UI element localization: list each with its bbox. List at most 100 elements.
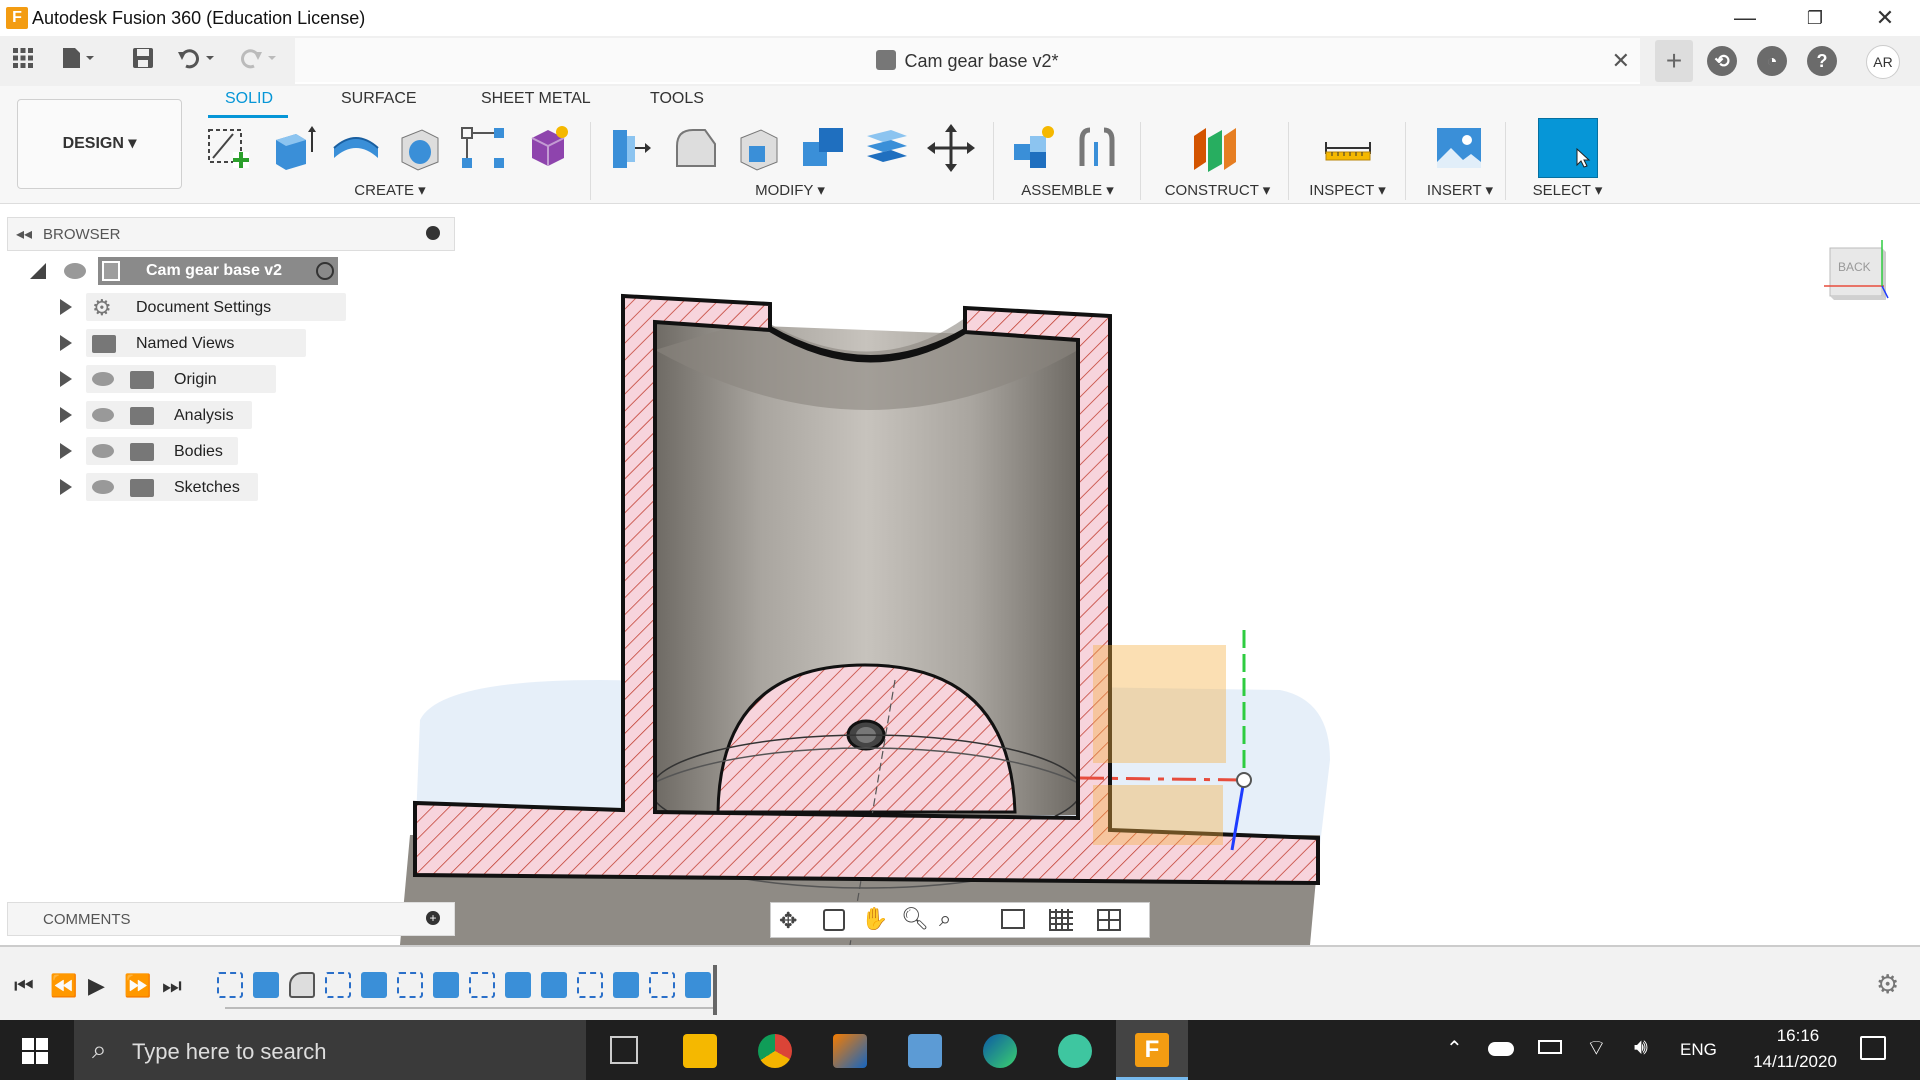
edge-icon[interactable] [983, 1034, 1017, 1068]
collapse-panel-icon[interactable]: ◂◂ [16, 224, 32, 244]
extrude-icon[interactable] [266, 122, 318, 174]
fusion-taskbar-button[interactable]: F [1116, 1020, 1188, 1080]
fillet-icon[interactable] [669, 122, 721, 174]
timeline-sketch-icon[interactable] [397, 972, 423, 998]
tab-sheet-metal[interactable]: SHEET METAL [481, 90, 591, 108]
notification-center-icon[interactable] [1860, 1036, 1886, 1060]
undo-icon[interactable] [176, 46, 214, 76]
browser-item-analysis[interactable]: Analysis [58, 401, 298, 429]
shell-icon[interactable] [733, 122, 785, 174]
create-sketch-icon[interactable] [203, 122, 255, 174]
restore-button[interactable]: ❐ [1780, 0, 1850, 36]
play-icon[interactable]: ▶ [88, 973, 105, 999]
select-icon[interactable] [1538, 118, 1598, 178]
tab-tools[interactable]: TOOLS [650, 90, 704, 108]
close-window-button[interactable]: ✕ [1850, 0, 1920, 36]
close-tab-icon[interactable]: ✕ [1612, 48, 1630, 74]
go-to-end-icon[interactable]: ⏭ [162, 973, 182, 999]
visibility-eye-icon[interactable] [64, 263, 86, 279]
timeline-extrude-icon[interactable] [433, 972, 459, 998]
taskbar-search-box[interactable]: ⌕ Type here to search [74, 1020, 586, 1080]
offset-plane-icon[interactable] [1190, 122, 1242, 174]
help-icon[interactable]: ? [1807, 46, 1837, 76]
show-hidden-icons-icon[interactable]: ⌃ [1446, 1036, 1463, 1061]
browser-item-sketches[interactable]: Sketches [58, 473, 298, 501]
display-settings-icon[interactable] [1001, 909, 1025, 929]
view-cube[interactable]: BACK [1824, 240, 1889, 306]
user-avatar[interactable]: AR [1866, 45, 1900, 79]
expand-triangle-icon[interactable] [60, 371, 72, 387]
tab-surface[interactable]: SURFACE [341, 90, 417, 108]
combine-icon[interactable] [797, 122, 849, 174]
browser-item-origin[interactable]: Origin [58, 365, 298, 393]
visibility-eye-icon[interactable] [92, 480, 114, 494]
browser-item-document-settings[interactable]: ⚙ Document Settings [58, 293, 346, 321]
3d-viewport[interactable]: ◂◂ BROWSER Cam gear base v2 ⚙ Document S… [0, 205, 1920, 945]
browser-item-named-views[interactable]: Named Views [58, 329, 306, 357]
visibility-eye-icon[interactable] [92, 372, 114, 386]
workspace-switcher-button[interactable]: DESIGN ▾ [17, 99, 182, 189]
pan-icon[interactable]: ✋ [861, 906, 888, 932]
expand-triangle-icon[interactable] [60, 443, 72, 459]
create-form-icon[interactable] [522, 122, 574, 174]
timeline-sketch-icon[interactable] [469, 972, 495, 998]
timeline-extrude-icon[interactable] [253, 972, 279, 998]
add-comment-icon[interactable]: + [426, 911, 440, 925]
file-explorer-icon[interactable] [683, 1034, 717, 1068]
new-tab-button[interactable]: + [1655, 40, 1693, 82]
insert-menu[interactable]: INSERT ▾ [1410, 181, 1510, 199]
app-icon[interactable] [1058, 1034, 1092, 1068]
zoom-icon[interactable]: 🔍︎ [901, 906, 929, 932]
orbit-icon[interactable]: ✥ [779, 908, 797, 934]
timeline-extrude-icon[interactable] [613, 972, 639, 998]
press-pull-icon[interactable] [605, 122, 657, 174]
hole-icon[interactable] [394, 122, 446, 174]
expand-triangle-icon[interactable] [60, 407, 72, 423]
assemble-menu[interactable]: ASSEMBLE ▾ [1005, 181, 1130, 199]
volume-icon[interactable]: 🔊︎ [1634, 1034, 1648, 1060]
browser-item-bodies[interactable]: Bodies [58, 437, 298, 465]
clock-date[interactable]: 14/11/2020 [1735, 1052, 1855, 1072]
timeline-fillet-icon[interactable] [289, 972, 315, 998]
construct-menu[interactable]: CONSTRUCT ▾ [1155, 181, 1280, 199]
select-menu[interactable]: SELECT ▾ [1515, 181, 1620, 199]
wifi-icon[interactable]: ⌔ [1586, 1034, 1607, 1062]
minimize-button[interactable]: — [1710, 0, 1780, 36]
matlab-icon[interactable] [833, 1034, 867, 1068]
go-to-start-icon[interactable]: ⏮ [14, 973, 34, 999]
new-component-icon[interactable] [1008, 122, 1060, 174]
timeline-sketch-icon[interactable] [649, 972, 675, 998]
visibility-eye-icon[interactable] [92, 444, 114, 458]
remote-desktop-icon[interactable] [908, 1034, 942, 1068]
timeline-extrude-icon[interactable] [541, 972, 567, 998]
timeline-extrude-icon[interactable] [361, 972, 387, 998]
onedrive-icon[interactable] [1488, 1042, 1514, 1056]
look-at-icon[interactable] [823, 909, 845, 931]
modify-menu[interactable]: MODIFY ▾ [730, 181, 850, 199]
timeline-extrude-icon[interactable] [505, 972, 531, 998]
timeline-sketch-icon[interactable] [577, 972, 603, 998]
expand-triangle-icon[interactable] [60, 335, 72, 351]
timeline-sketch-icon[interactable] [325, 972, 351, 998]
timeline-sketch-icon[interactable] [217, 972, 243, 998]
redo-icon[interactable] [238, 46, 276, 76]
inspect-menu[interactable]: INSPECT ▾ [1290, 181, 1405, 199]
insert-image-icon[interactable] [1433, 122, 1485, 174]
activate-radio-icon[interactable] [316, 262, 334, 280]
task-view-icon[interactable] [610, 1036, 638, 1064]
windows-start-icon[interactable] [22, 1038, 48, 1069]
extensions-icon[interactable]: ⟲ [1707, 46, 1737, 76]
grid-icon[interactable] [1049, 909, 1073, 931]
viewports-icon[interactable] [1097, 909, 1121, 931]
step-back-icon[interactable]: ⏪ [50, 973, 77, 999]
visibility-eye-icon[interactable] [92, 408, 114, 422]
timeline-extrude-icon[interactable] [685, 972, 711, 998]
tab-solid[interactable]: SOLID [225, 90, 273, 108]
offset-face-icon[interactable] [861, 122, 913, 174]
clock-time[interactable]: 16:16 [1758, 1026, 1838, 1046]
minimize-panel-icon[interactable] [426, 226, 440, 240]
create-menu[interactable]: CREATE ▾ [330, 181, 450, 199]
revolve-icon[interactable] [330, 122, 382, 174]
language-indicator[interactable]: ENG [1680, 1040, 1717, 1060]
battery-icon[interactable] [1538, 1040, 1562, 1054]
